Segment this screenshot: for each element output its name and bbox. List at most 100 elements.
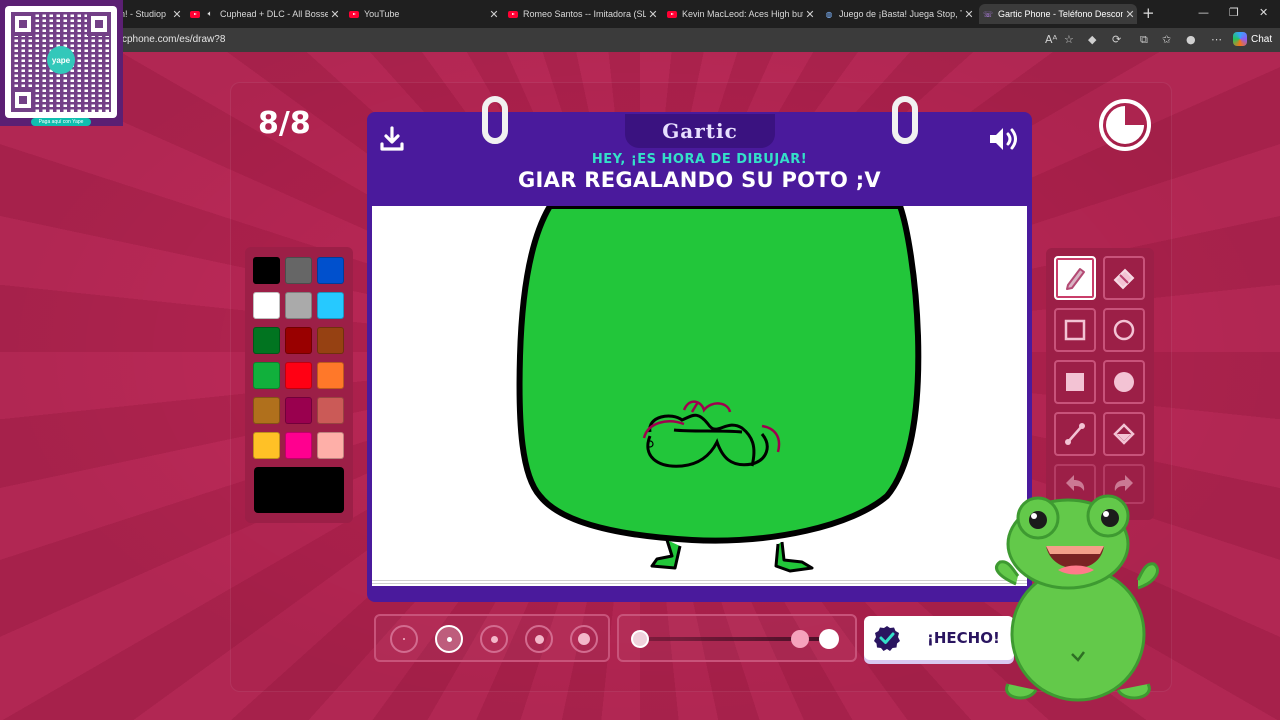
color-swatch[interactable]	[317, 257, 344, 284]
download-icon[interactable]	[379, 126, 405, 152]
eraser-tool[interactable]	[1103, 256, 1145, 300]
color-swatch[interactable]	[253, 362, 280, 389]
color-palette	[245, 247, 353, 523]
youtube-icon	[508, 9, 518, 19]
qr-overlay: yape Paga aquí con Yape	[0, 0, 123, 126]
tab-title: Gartic Phone - Teléfono Descomp	[998, 9, 1123, 19]
minimize-button[interactable]: —	[1198, 6, 1209, 19]
more-menu-icon[interactable]: ⋯	[1211, 33, 1222, 46]
fill-bucket-tool[interactable]	[1103, 412, 1145, 456]
favorites-icon[interactable]: ✩	[1162, 33, 1171, 46]
rectangle-filled-tool[interactable]	[1054, 360, 1096, 404]
color-swatch[interactable]	[317, 292, 344, 319]
timer-icon	[1099, 99, 1151, 151]
close-icon[interactable]: ✕	[170, 8, 184, 21]
refresh-extension-icon[interactable]: ⟳	[1112, 33, 1121, 46]
speaker-muted-icon[interactable]: 🔈︎	[205, 9, 215, 19]
color-swatch[interactable]	[317, 327, 344, 354]
notebook-pages	[372, 578, 1027, 586]
rectangle-outline-icon	[1064, 319, 1086, 341]
browser-tab-bar: n! - Studiop ✕ 🔈︎ Cuphead + DLC - All Bo…	[0, 0, 1280, 28]
tab-title: Romeo Santos -- Imitadora (SLOW	[523, 9, 646, 19]
yape-logo: yape	[47, 46, 75, 74]
opacity-max-icon	[819, 629, 839, 649]
color-swatch[interactable]	[317, 432, 344, 459]
notebook-ring	[482, 96, 508, 144]
round-counter: 8/8	[258, 106, 311, 141]
drawing-prompt: GIAR REGALANDO SU POTO ;V	[518, 168, 881, 192]
color-swatch[interactable]	[253, 432, 280, 459]
color-swatch[interactable]	[317, 362, 344, 389]
close-icon[interactable]: ✕	[328, 8, 342, 21]
color-swatch[interactable]	[285, 327, 312, 354]
sound-icon[interactable]	[987, 124, 1021, 154]
extension-icon[interactable]: ◆	[1088, 33, 1096, 46]
tab-title: Juego de ¡Basta! Juega Stop, Tutti	[839, 9, 962, 19]
pencil-tool[interactable]	[1054, 256, 1096, 300]
close-icon[interactable]: ✕	[803, 8, 817, 21]
gartic-phone-icon: ☏	[983, 9, 994, 19]
color-swatch[interactable]	[317, 397, 344, 424]
youtube-icon	[190, 9, 200, 19]
browser-tab[interactable]: ◍ Juego de ¡Basta! Juega Stop, Tutti ✕	[824, 4, 976, 24]
browser-tab[interactable]: 🔈︎ Cuphead + DLC - All Bosses S ✕	[190, 4, 342, 24]
brush-size-4[interactable]	[525, 625, 553, 653]
copilot-icon	[1233, 32, 1247, 46]
color-swatch[interactable]	[285, 257, 312, 284]
opacity-handle[interactable]	[791, 630, 809, 648]
gartic-logo: Gartic	[625, 114, 775, 148]
browser-tab[interactable]: Kevin MacLeod: Aces High but lo ✕	[667, 4, 817, 24]
globe-icon: ◍	[825, 9, 833, 19]
qr-code: yape	[5, 6, 117, 118]
frog-mascot	[995, 494, 1159, 702]
close-icon[interactable]: ✕	[487, 8, 501, 21]
new-tab-button[interactable]: +	[1142, 4, 1155, 22]
tab-title: Cuphead + DLC - All Bosses S	[220, 9, 328, 19]
game-page: 8/8 Gartic HEY, ¡ES HORA DE DIBUJAR! GIA…	[0, 52, 1280, 720]
brush-size-3[interactable]	[480, 625, 508, 653]
color-swatch[interactable]	[285, 432, 312, 459]
browser-tab-active[interactable]: ☏ Gartic Phone - Teléfono Descomp ✕	[979, 4, 1137, 24]
profile-icon[interactable]: ●	[1186, 33, 1196, 46]
read-aloud-icon[interactable]: A͏ᴬ	[1045, 33, 1057, 46]
address-bar: cphone.com/es/draw?8 A͏ᴬ ☆ ◆ ⟳ ⧉ ✩ ● ⋯ C…	[0, 28, 1280, 52]
restore-button[interactable]: ❐	[1229, 6, 1239, 19]
rectangle-outline-tool[interactable]	[1054, 308, 1096, 352]
fill-bucket-icon	[1113, 423, 1135, 445]
ellipse-filled-tool[interactable]	[1103, 360, 1145, 404]
color-swatch[interactable]	[253, 397, 280, 424]
pencil-icon	[1066, 268, 1085, 290]
browser-tab[interactable]: n! - Studiop ✕	[120, 4, 184, 24]
drawing-canvas[interactable]	[372, 206, 1027, 578]
brush-size-2[interactable]	[435, 625, 463, 653]
brush-size-selector	[374, 614, 610, 662]
brush-size-5[interactable]	[570, 625, 598, 653]
opacity-slider[interactable]	[617, 614, 857, 662]
color-swatch[interactable]	[253, 292, 280, 319]
favorite-star-icon[interactable]: ☆	[1064, 33, 1074, 46]
current-color-preview	[254, 467, 344, 513]
close-icon[interactable]: ✕	[1123, 8, 1137, 21]
subtitle: HEY, ¡ES HORA DE DIBUJAR!	[591, 152, 808, 167]
ellipse-outline-tool[interactable]	[1103, 308, 1145, 352]
split-screen-icon[interactable]: ⧉	[1140, 33, 1148, 47]
browser-tab[interactable]: YouTube ✕	[349, 4, 501, 24]
color-swatch[interactable]	[253, 327, 280, 354]
close-icon[interactable]: ✕	[962, 8, 976, 21]
color-swatch[interactable]	[285, 292, 312, 319]
brush-size-1[interactable]	[390, 625, 418, 653]
tab-title: Kevin MacLeod: Aces High but lo	[682, 9, 803, 19]
chat-label: Chat	[1251, 33, 1273, 45]
copilot-chat-button[interactable]: Chat	[1233, 32, 1272, 46]
eraser-icon	[1113, 268, 1135, 290]
close-window-button[interactable]: ✕	[1259, 6, 1268, 19]
close-icon[interactable]: ✕	[646, 8, 660, 21]
color-swatch[interactable]	[253, 257, 280, 284]
url-field[interactable]: cphone.com/es/draw?8	[122, 34, 225, 45]
browser-tab[interactable]: Romeo Santos -- Imitadora (SLOW ✕	[508, 4, 660, 24]
line-icon	[1065, 423, 1085, 445]
color-swatch[interactable]	[285, 362, 312, 389]
color-swatch[interactable]	[285, 397, 312, 424]
line-tool[interactable]	[1054, 412, 1096, 456]
tab-title: YouTube	[364, 9, 400, 19]
